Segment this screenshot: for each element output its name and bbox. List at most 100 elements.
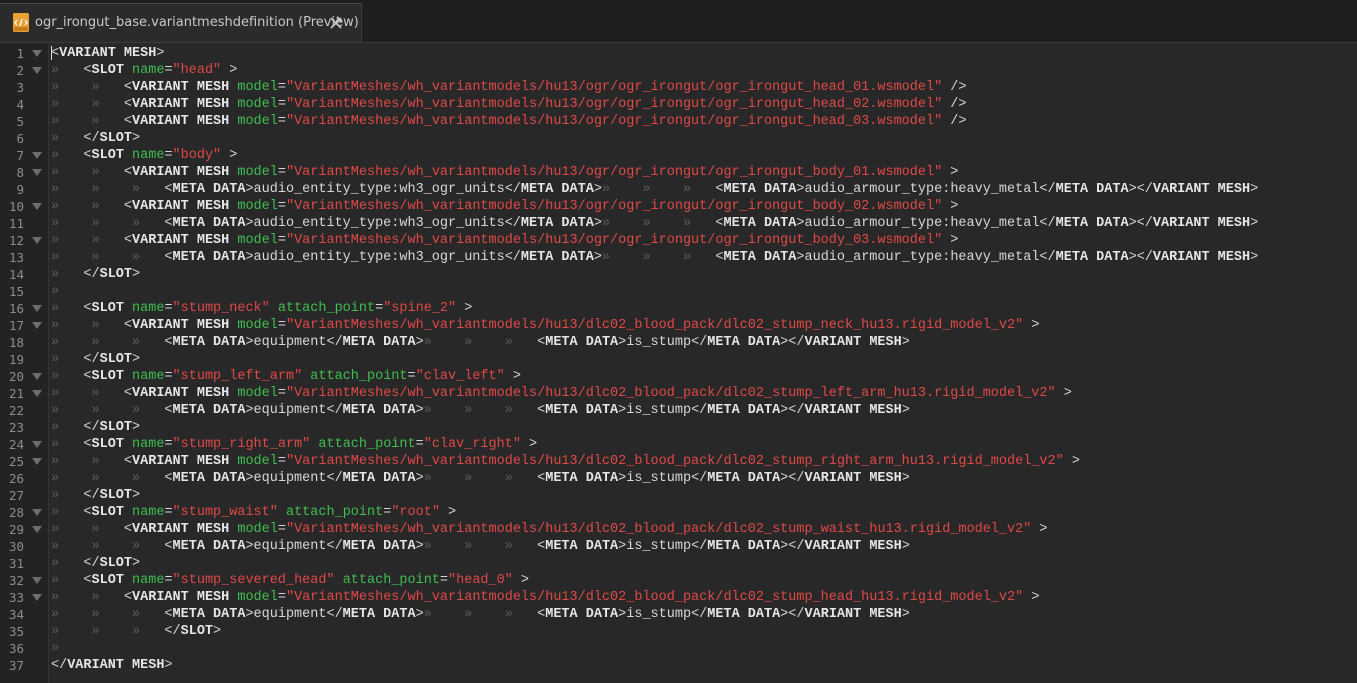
code-line[interactable]: 19 » </SLOT> [0,351,1357,368]
code-line[interactable]: 5 » » <VARIANT MESH model="VariantMeshes/… [0,113,1357,130]
code-token: < [164,182,173,197]
code-line[interactable]: 21 » » <VARIANT MESH model="VariantMeshes… [0,385,1357,402]
code-line[interactable]: 12 » » <VARIANT MESH model="VariantMeshes… [0,232,1357,249]
fold-arrow-icon[interactable] [32,67,42,74]
code-line[interactable]: 35 » » » </SLOT> [0,623,1357,640]
fold-arrow-icon[interactable] [32,50,42,57]
code-editor[interactable]: 1 <VARIANT MESH> 2» <SLOT name="head" >3» … [0,44,1357,683]
code-token: VARIANT MESH [804,471,902,486]
fold-arrow-icon[interactable] [32,594,42,601]
code-token: > [901,471,910,486]
code-line[interactable]: 16» <SLOT name="stump_neck" attach_point… [0,300,1357,317]
code-token: = [277,199,286,214]
line-number: 35 [8,624,24,639]
code-token: "VariantMeshes/wh_variantmodels/hu13/ogr… [285,114,943,129]
code-line[interactable]: 36 » [0,640,1357,657]
code-line[interactable]: 15 » [0,283,1357,300]
code-text: » <SLOT name="stump_right_arm" attach_po… [51,436,537,453]
code-token: > [213,624,222,639]
code-line[interactable]: 8 » » <VARIANT MESH model="VariantMeshes/… [0,164,1357,181]
code-line[interactable]: 30» » » <META DATA>equipment</META DATA>… [0,538,1357,555]
code-line[interactable]: 18» » » <META DATA>equipment</META DATA>… [0,334,1357,351]
code-token: VARIANT MESH [1152,216,1251,231]
code-token: < [123,386,133,401]
code-line[interactable]: 22» » » <META DATA>equipment</META DATA>… [0,402,1357,419]
code-line[interactable]: 17 » » <VARIANT MESH model="VariantMeshes… [0,317,1357,334]
code-token: "VariantMeshes/wh_variantmodels/hu13/dlc… [285,454,1064,469]
code-token: SLOT [99,267,133,282]
code-token: SLOT [99,556,133,571]
indent-marker: » » » [51,250,165,265]
code-token: VARIANT MESH [67,658,165,673]
fold-arrow-icon[interactable] [32,169,42,176]
tab-file[interactable]: ogr_irongut_base.variantmeshdefinition (… [0,3,362,42]
code-line[interactable]: 1 <VARIANT MESH> [0,45,1357,62]
code-line[interactable]: 7 » <SLOT name="body" > [0,147,1357,164]
fold-arrow-icon[interactable] [32,509,42,516]
fold-arrow-icon[interactable] [32,441,42,448]
code-token: > [1250,216,1259,231]
code-token: > [415,539,424,554]
code-line[interactable]: 20 » <SLOT name="stump_left_arm" attach_p… [0,368,1357,385]
pin-close-icon[interactable] [328,15,344,31]
code-token: </ [51,658,68,673]
code-token: = [415,437,424,452]
code-token: >equipment</ [245,539,343,554]
code-line[interactable]: 4 » » <VARIANT MESH model="VariantMeshes/… [0,96,1357,113]
code-token: >equipment</ [245,403,343,418]
code-line[interactable]: 28 » <SLOT name="stump_waist" attach_poin… [0,504,1357,521]
code-token: "VariantMeshes/wh_variantmodels/hu13/ogr… [285,199,943,214]
fold-arrow-icon[interactable] [32,305,42,312]
fold-arrow-icon[interactable] [32,373,42,380]
indent-marker: » » » [51,182,165,197]
fold-arrow-icon[interactable] [32,237,42,244]
code-line[interactable]: 3 » » <VARIANT MESH model="VariantMeshes/… [0,79,1357,96]
fold-arrow-icon[interactable] [32,152,42,159]
code-token: META DATA [172,182,246,197]
code-line[interactable]: 10 » » <VARIANT MESH model="VariantMeshes… [0,198,1357,215]
code-line[interactable]: 11» » » <META DATA>audio_entity_type:wh3… [0,215,1357,232]
code-token: < [123,114,133,129]
code-line[interactable]: 24» <SLOT name="stump_right_arm" attach_… [0,436,1357,453]
fold-arrow-icon[interactable] [32,577,42,584]
line-number: 10 [8,199,24,214]
fold-arrow-icon[interactable] [32,322,42,329]
code-token: SLOT [99,352,133,367]
indent-marker: » » [51,386,124,401]
code-line[interactable]: 14 » </SLOT> [0,266,1357,283]
code-line[interactable]: 6 » </SLOT> [0,130,1357,147]
code-text: » <SLOT name="stump_left_arm" attach_poi… [51,368,521,385]
fold-arrow-icon[interactable] [32,203,42,210]
code-token: model [237,80,278,95]
line-number: 1 [16,46,24,61]
fold-arrow-icon[interactable] [32,526,42,533]
code-token: "body" [172,148,222,163]
code-line[interactable]: 9» » » <META DATA>audio_entity_type:wh3_… [0,181,1357,198]
line-number: 32 [8,573,24,588]
line-number: 33 [8,590,24,605]
fold-arrow-icon[interactable] [32,458,42,465]
line-number: 20 [8,369,24,384]
code-token: </ [83,556,100,571]
code-line[interactable]: 25 » » <VARIANT MESH model="VariantMeshes… [0,453,1357,470]
code-token: = [164,573,173,588]
code-token: VARIANT MESH [132,590,238,605]
code-line[interactable]: 26» » » <META DATA>equipment</META DATA>… [0,470,1357,487]
code-line[interactable]: 13» » » <META DATA>audio_entity_type:wh3… [0,249,1357,266]
code-line[interactable]: 37 </VARIANT MESH> [0,657,1357,674]
code-line[interactable]: 34» » » <META DATA>equipment</META DATA>… [0,606,1357,623]
code-line[interactable]: 31 » </SLOT> [0,555,1357,572]
code-text: » » <VARIANT MESH model="VariantMeshes/w… [51,521,1048,538]
fold-arrow-icon[interactable] [32,390,42,397]
code-line[interactable]: 29 » » <VARIANT MESH model="VariantMeshes… [0,521,1357,538]
code-line[interactable]: 2 » <SLOT name="head" > [0,62,1357,79]
code-line[interactable]: 23 » </SLOT> [0,419,1357,436]
code-token: "VariantMeshes/wh_variantmodels/hu13/dlc… [285,386,1056,401]
code-text: » » <VARIANT MESH model="VariantMeshes/w… [51,164,958,181]
code-line[interactable]: 32» <SLOT name="stump_severed_head" atta… [0,572,1357,589]
code-line[interactable]: 27 » </SLOT> [0,487,1357,504]
code-token: VARIANT MESH [132,454,238,469]
code-token: » » » [601,216,716,231]
code-token: = [277,386,286,401]
code-line[interactable]: 33 » » <VARIANT MESH model="VariantMeshes… [0,589,1357,606]
